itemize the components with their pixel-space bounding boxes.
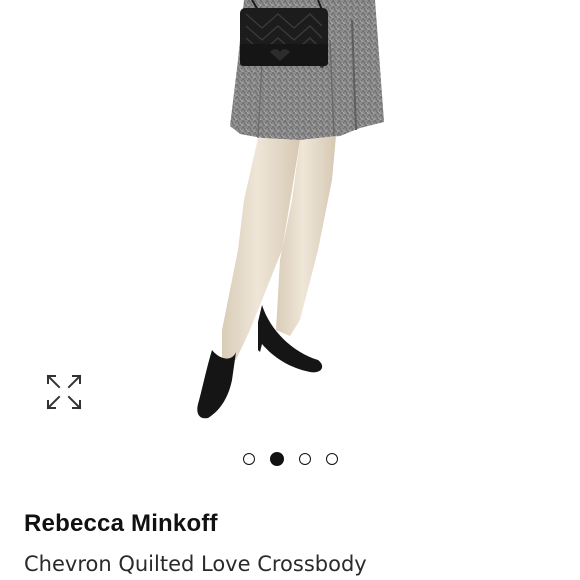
image-carousel-pagination (0, 449, 580, 469)
shoes (197, 305, 323, 419)
expand-button[interactable] (42, 372, 86, 412)
crossbody-bag (240, 0, 328, 66)
carousel-dot-4[interactable] (325, 453, 338, 465)
brand-name[interactable]: Rebecca Minkoff (24, 510, 218, 538)
product-photo (197, 0, 384, 419)
product-name: Chevron Quilted Love Crossbody (24, 552, 367, 576)
expand-arrows-icon (46, 374, 82, 410)
carousel-dot-3[interactable] (298, 453, 311, 465)
product-image[interactable] (0, 0, 580, 440)
product-detail-page: Rebecca Minkoff Chevron Quilted Love Cro… (0, 0, 580, 580)
carousel-dot-1[interactable] (242, 453, 255, 465)
carousel-dot-2-active[interactable] (269, 452, 284, 466)
